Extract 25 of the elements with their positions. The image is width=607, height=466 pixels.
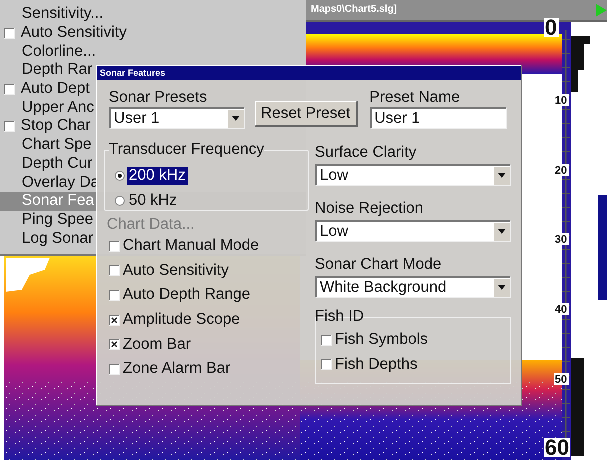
field-label: Surface Clarity <box>315 143 418 162</box>
menu-item-ghost-text: Chart Data... <box>107 216 196 234</box>
field-label: Noise Rejection <box>315 199 425 218</box>
dialog-title: Sonar Features <box>97 66 521 80</box>
depth-label: 40 <box>554 303 569 316</box>
depth-label: 0 <box>544 15 559 40</box>
depth-label: 20 <box>554 164 569 177</box>
checkbox-label: Chart Manual Mode <box>123 237 260 256</box>
file-path-text: Maps0\Chart5.slg] <box>311 4 398 15</box>
depth-label: 10 <box>554 94 569 107</box>
checkbox-label: Auto Sensitivity <box>123 262 229 280</box>
field-label: Sonar Chart Mode <box>315 255 443 274</box>
field-label: Preset Name <box>370 88 462 107</box>
checkbox-label: Fish Depths <box>335 356 418 374</box>
group-label: Transducer Frequency <box>109 141 264 159</box>
checkbox-label: Zone Alarm Bar <box>123 360 231 378</box>
checkbox-label: Zoom Bar <box>123 336 192 354</box>
depth-label: 30 <box>554 233 569 246</box>
group-label: Fish ID <box>315 307 366 326</box>
checkbox-label: Amplitude Scope <box>123 311 240 330</box>
depth-label: 50 <box>554 373 569 386</box>
depth-label: 60 <box>544 435 570 460</box>
checkbox-label: Fish Symbols <box>335 331 428 350</box>
field-label: Sonar Presets <box>109 88 208 107</box>
checkbox-label: Auto Depth Range <box>123 286 251 304</box>
